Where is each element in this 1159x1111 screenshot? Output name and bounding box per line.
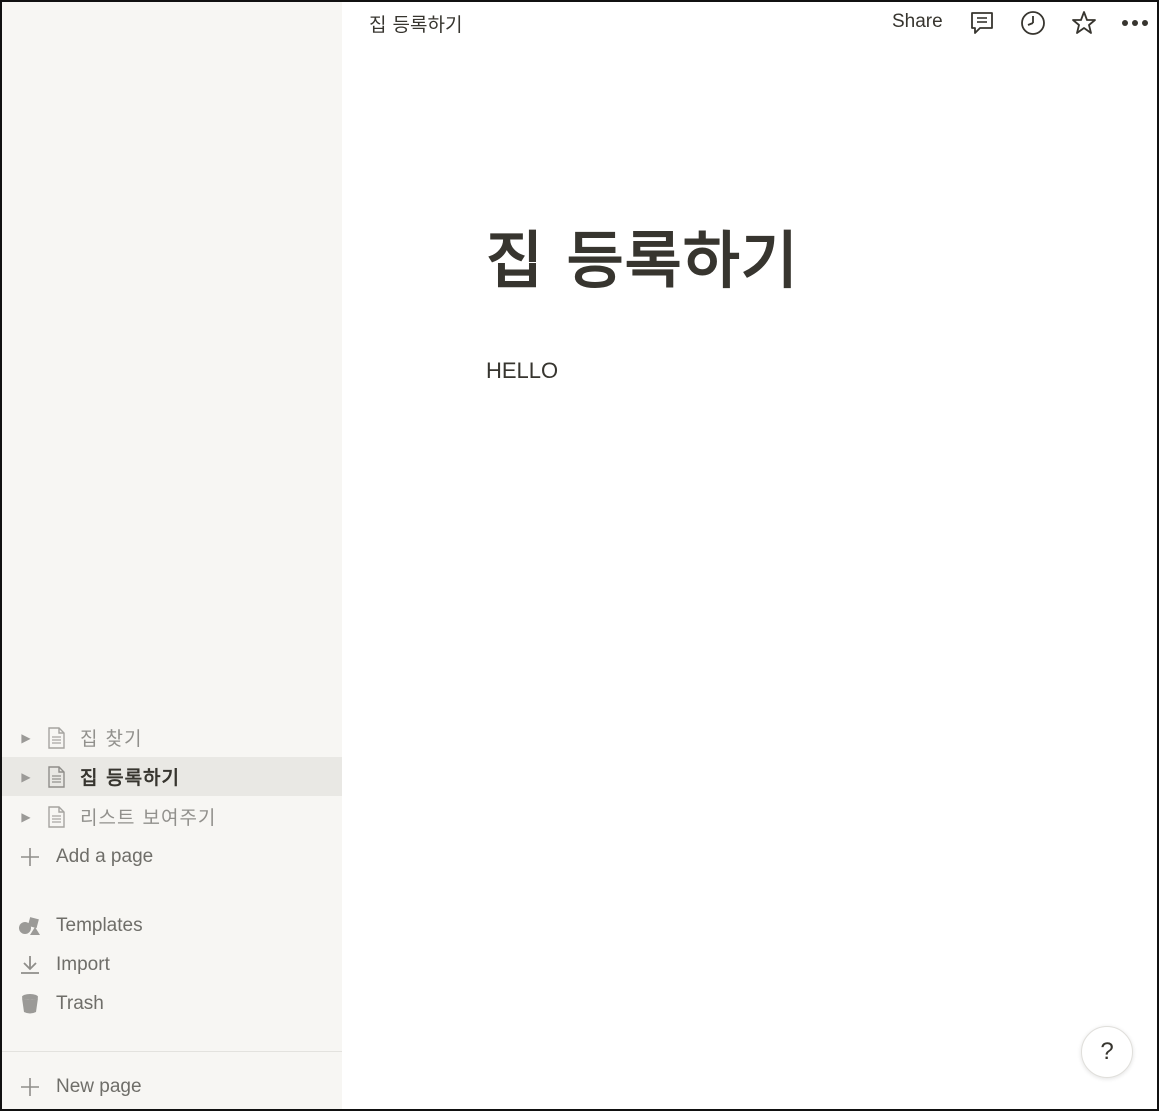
templates-icon bbox=[18, 914, 42, 938]
help-button[interactable]: ? bbox=[1081, 1026, 1133, 1078]
sidebar-page-label: 집 찾기 bbox=[80, 728, 143, 750]
star-icon[interactable] bbox=[1070, 9, 1098, 37]
page-document-icon bbox=[46, 765, 66, 789]
sidebar-page-find-house[interactable]: ▶ 집 찾기 bbox=[2, 718, 342, 757]
page-body-text[interactable]: HELLO bbox=[486, 358, 558, 384]
more-icon[interactable] bbox=[1121, 9, 1149, 37]
page-title[interactable]: 집 등록하기 bbox=[486, 210, 799, 300]
new-page-label: New page bbox=[56, 1076, 142, 1097]
templates-label: Templates bbox=[56, 915, 143, 936]
import-label: Import bbox=[56, 954, 110, 975]
add-page-button[interactable]: Add a page bbox=[2, 839, 342, 875]
share-button[interactable]: Share bbox=[892, 11, 943, 33]
sidebar-page-register-house[interactable]: ▶ 집 등록하기 bbox=[2, 757, 342, 796]
sidebar-divider bbox=[2, 1051, 342, 1052]
download-icon bbox=[18, 953, 42, 977]
expand-toggle-icon[interactable]: ▶ bbox=[20, 731, 32, 745]
sidebar-page-show-list[interactable]: ▶ 리스트 보여주기 bbox=[2, 797, 342, 836]
add-page-label: Add a page bbox=[56, 846, 154, 867]
templates-button[interactable]: Templates bbox=[2, 908, 342, 944]
plus-icon bbox=[18, 1075, 42, 1099]
topbar: 집 등록하기 Share bbox=[342, 2, 1157, 46]
expand-toggle-icon[interactable]: ▶ bbox=[20, 770, 32, 784]
import-button[interactable]: Import bbox=[2, 947, 342, 983]
app-window: ▶ 집 찾기 ▶ 집 등록하기 ▶ 리스트 보여주기 Add a page Te… bbox=[0, 0, 1159, 1111]
clock-icon[interactable] bbox=[1019, 9, 1047, 37]
plus-icon bbox=[18, 845, 42, 869]
new-page-button[interactable]: New page bbox=[2, 1069, 342, 1105]
expand-toggle-icon[interactable]: ▶ bbox=[20, 810, 32, 824]
breadcrumb[interactable]: 집 등록하기 bbox=[369, 10, 462, 37]
page-document-icon bbox=[46, 805, 66, 829]
sidebar: ▶ 집 찾기 ▶ 집 등록하기 ▶ 리스트 보여주기 Add a page Te… bbox=[2, 2, 342, 1109]
sidebar-page-label: 리스트 보여주기 bbox=[80, 807, 217, 829]
trash-icon bbox=[18, 992, 42, 1016]
trash-button[interactable]: Trash bbox=[2, 986, 342, 1022]
page-document-icon bbox=[46, 726, 66, 750]
trash-label: Trash bbox=[56, 993, 104, 1014]
comment-icon[interactable] bbox=[968, 9, 996, 37]
sidebar-page-label: 집 등록하기 bbox=[80, 767, 181, 789]
